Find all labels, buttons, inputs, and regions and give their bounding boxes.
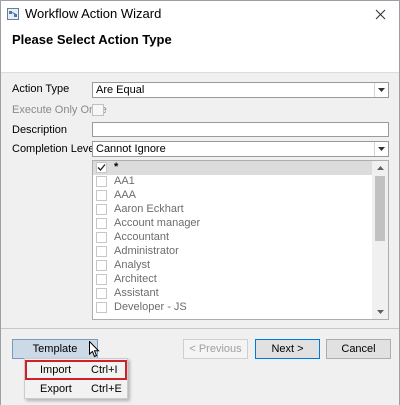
- title-bar: Workflow Action Wizard: [1, 1, 399, 27]
- list-item[interactable]: Accountant: [93, 231, 373, 245]
- list-item[interactable]: Aaron Eckhart: [93, 203, 373, 217]
- list-item[interactable]: Administrator: [93, 245, 373, 259]
- next-button[interactable]: Next >: [255, 339, 320, 359]
- list-item[interactable]: Assistant: [93, 287, 373, 301]
- description-label: Description: [12, 124, 68, 136]
- completion-level-value: Cannot Ignore: [96, 143, 166, 155]
- previous-button-label: < Previous: [189, 343, 242, 355]
- menu-item-import[interactable]: Import Ctrl+I: [25, 360, 127, 380]
- workflow-app-icon: [7, 8, 19, 20]
- list-item[interactable]: Account manager: [93, 217, 373, 231]
- list-item-label: Analyst: [114, 259, 151, 271]
- checkbox[interactable]: [96, 204, 107, 215]
- checkbox[interactable]: [96, 176, 107, 187]
- chevron-down-icon[interactable]: [374, 83, 388, 97]
- checkbox[interactable]: [96, 246, 107, 257]
- checkbox[interactable]: [96, 260, 107, 271]
- window-title: Workflow Action Wizard: [25, 6, 162, 21]
- roles-checklist[interactable]: * AA1 AAA Aaron Eckhart Account manager …: [92, 160, 389, 320]
- description-field[interactable]: [92, 122, 389, 137]
- list-item[interactable]: *: [93, 161, 373, 175]
- list-item-label: Account manager: [114, 217, 201, 229]
- next-button-label: Next >: [271, 343, 304, 355]
- completion-level-dropdown[interactable]: Cannot Ignore: [92, 141, 389, 157]
- list-item-label: *: [114, 161, 119, 173]
- list-item-label: Accountant: [114, 231, 170, 243]
- cancel-button[interactable]: Cancel: [326, 339, 391, 359]
- completion-level-label: Completion Level: [12, 143, 97, 155]
- menu-item-label: Export: [40, 383, 72, 395]
- list-item-label: Developer - JS: [114, 301, 187, 313]
- vertical-scrollbar[interactable]: [372, 161, 388, 319]
- close-icon[interactable]: [369, 3, 391, 25]
- list-item[interactable]: Developer - JS: [93, 301, 373, 315]
- action-type-label: Action Type: [12, 83, 70, 95]
- wizard-window: Workflow Action Wizard Please Select Act…: [0, 0, 400, 405]
- action-type-dropdown[interactable]: Are Equal: [92, 82, 389, 98]
- page-title: Please Select Action Type: [12, 32, 172, 47]
- menu-item-label: Import: [40, 364, 72, 376]
- checkbox[interactable]: [96, 190, 107, 201]
- menu-item-export[interactable]: Export Ctrl+E: [26, 380, 126, 398]
- checkbox[interactable]: [96, 232, 107, 243]
- list-item-label: Architect: [114, 273, 157, 285]
- execute-once-checkbox[interactable]: [92, 104, 104, 116]
- template-button-label: Template: [32, 343, 78, 355]
- template-context-menu: Import Ctrl+I Export Ctrl+E: [24, 358, 128, 399]
- wizard-header: Please Select Action Type: [1, 27, 399, 73]
- scrollbar-thumb[interactable]: [375, 176, 385, 241]
- checkbox[interactable]: [96, 162, 107, 173]
- form-panel: Action Type Are Equal Execute Only Once …: [1, 73, 399, 329]
- checkbox[interactable]: [96, 218, 107, 229]
- action-type-value: Are Equal: [96, 84, 145, 96]
- cancel-button-label: Cancel: [341, 343, 376, 355]
- list-item[interactable]: Analyst: [93, 259, 373, 273]
- list-item[interactable]: AAA: [93, 189, 373, 203]
- checkbox[interactable]: [96, 302, 107, 313]
- previous-button[interactable]: < Previous: [183, 339, 248, 359]
- list-item-label: Administrator: [114, 245, 179, 257]
- list-item[interactable]: AA1: [93, 175, 373, 189]
- list-item-label: Assistant: [114, 287, 159, 299]
- scroll-down-icon[interactable]: [372, 305, 388, 319]
- list-item-label: AAA: [114, 189, 137, 201]
- menu-item-shortcut: Ctrl+E: [91, 383, 122, 395]
- list-item[interactable]: Architect: [93, 273, 373, 287]
- list-item-label: AA1: [114, 175, 135, 187]
- scroll-up-icon[interactable]: [372, 161, 388, 175]
- template-button[interactable]: Template: [12, 339, 98, 359]
- list-item-label: Aaron Eckhart: [114, 203, 184, 215]
- mouse-cursor-icon: [89, 340, 101, 358]
- checkbox[interactable]: [96, 288, 107, 299]
- menu-item-shortcut: Ctrl+I: [91, 364, 118, 376]
- chevron-down-icon[interactable]: [374, 142, 388, 156]
- checkbox[interactable]: [96, 274, 107, 285]
